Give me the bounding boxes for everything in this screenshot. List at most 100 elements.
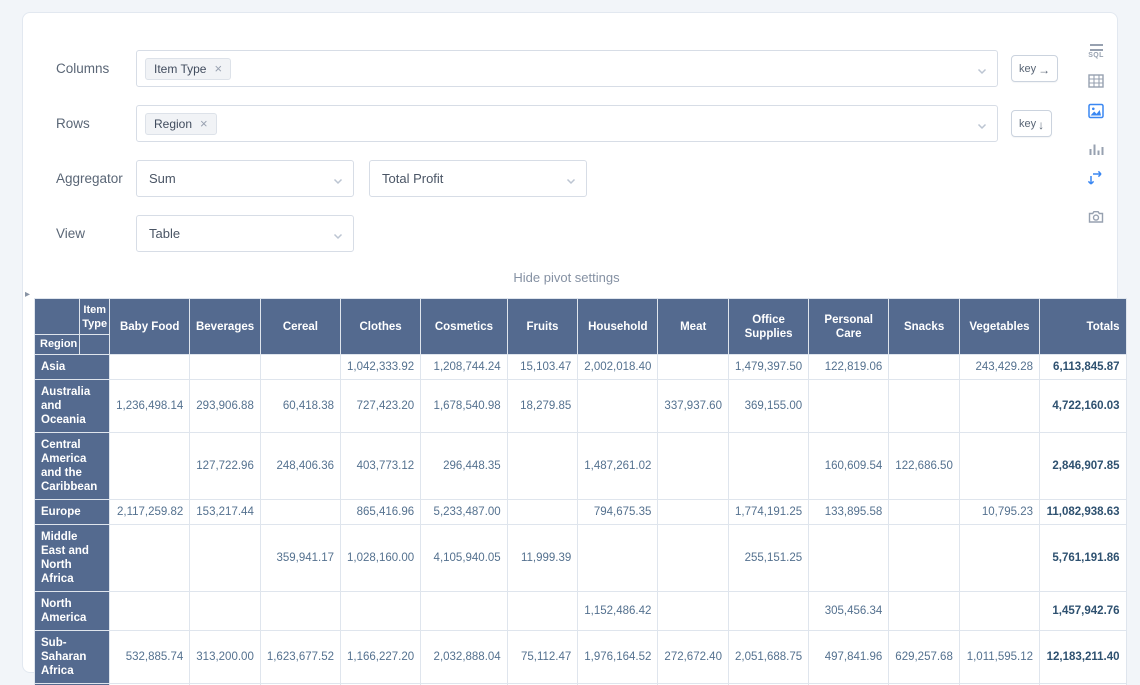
cell-value: [260, 355, 340, 380]
cell-value: 369,155.00: [728, 380, 808, 433]
cell-value: [507, 500, 578, 525]
cell-value: 1,774,191.25: [728, 500, 808, 525]
cell-value: 2,032,888.04: [421, 631, 508, 684]
cell-value: 865,416.96: [341, 500, 421, 525]
cell-value: 403,773.12: [341, 433, 421, 500]
row-total: 2,846,907.85: [1040, 433, 1127, 500]
cell-value: [809, 525, 889, 592]
rows-tag[interactable]: Region ×: [145, 113, 217, 135]
cell-value: 133,895.58: [809, 500, 889, 525]
columns-label: Columns: [56, 61, 136, 76]
cell-value: [110, 525, 190, 592]
row-header-central-america-and-the-caribbean: Central America and the Caribbean: [35, 433, 110, 500]
pivot-icon[interactable]: [1086, 169, 1106, 189]
cell-value: 337,937.60: [658, 380, 729, 433]
cell-value: 160,609.54: [809, 433, 889, 500]
cell-value: 1,236,498.14: [110, 380, 190, 433]
cell-value: 122,686.50: [889, 433, 960, 500]
cell-value: [110, 592, 190, 631]
rows-row: Rows Region × key ↓: [56, 105, 1117, 142]
cell-value: [578, 525, 658, 592]
cell-value: 255,151.25: [728, 525, 808, 592]
cell-value: 60,418.38: [260, 380, 340, 433]
row-total: 5,761,191.86: [1040, 525, 1127, 592]
table-icon[interactable]: [1086, 71, 1106, 91]
cell-value: 10,795.23: [959, 500, 1039, 525]
cell-value: [889, 500, 960, 525]
aggregator-value: Sum: [145, 171, 176, 186]
cell-value: 153,217.44: [190, 500, 261, 525]
columns-tag[interactable]: Item Type ×: [145, 58, 231, 80]
cell-value: 1,623,677.52: [260, 631, 340, 684]
sql-icon[interactable]: SQL: [1086, 41, 1106, 61]
remove-tag-icon[interactable]: ×: [214, 62, 222, 75]
image-chart-icon[interactable]: [1086, 101, 1106, 121]
cell-value: 75,112.47: [507, 631, 578, 684]
table-row: Europe2,117,259.82153,217.44865,416.965,…: [35, 500, 1127, 525]
cell-value: [959, 592, 1039, 631]
cell-value: 1,976,164.52: [578, 631, 658, 684]
table-row: Middle East and North Africa359,941.171,…: [35, 525, 1127, 592]
hide-pivot-settings-link[interactable]: Hide pivot settings: [56, 270, 1077, 285]
row-header-europe: Europe: [35, 500, 110, 525]
expand-handle-icon[interactable]: ▸: [25, 289, 30, 300]
table-row: North America1,152,486.42305,456.341,457…: [35, 592, 1127, 631]
table-row: Asia1,042,333.921,208,744.2415,103.472,0…: [35, 355, 1127, 380]
cell-value: 243,429.28: [959, 355, 1039, 380]
cell-value: [421, 592, 508, 631]
cell-value: [658, 355, 729, 380]
cell-value: [658, 525, 729, 592]
columns-tag-label: Item Type: [154, 62, 206, 76]
cell-value: [959, 380, 1039, 433]
col-header-beverages: Beverages: [190, 299, 261, 355]
rows-select[interactable]: Region ×: [136, 105, 998, 142]
table-row: Australia and Oceania1,236,498.14293,906…: [35, 380, 1127, 433]
cell-value: [190, 355, 261, 380]
columns-row: Columns Item Type × key →: [56, 50, 1117, 87]
cell-value: 4,105,940.05: [421, 525, 508, 592]
cell-value: 1,166,227.20: [341, 631, 421, 684]
cell-value: 15,103.47: [507, 355, 578, 380]
chevron-down-icon: [976, 64, 988, 82]
col-attr-label: Item Type: [80, 299, 110, 335]
row-total: 6,113,845.87: [1040, 355, 1127, 380]
cell-value: 296,448.35: [421, 433, 508, 500]
view-select[interactable]: Table: [136, 215, 354, 252]
col-header-personal-care: Personal Care: [809, 299, 889, 355]
col-header-meat: Meat: [658, 299, 729, 355]
cell-value: 2,051,688.75: [728, 631, 808, 684]
col-header-vegetables: Vegetables: [959, 299, 1039, 355]
view-value: Table: [145, 226, 180, 241]
aggregator-field-select[interactable]: Total Profit: [369, 160, 587, 197]
cell-value: 11,999.39: [507, 525, 578, 592]
pivot-table: Item TypeBaby FoodBeveragesCerealClothes…: [34, 298, 1127, 685]
aggregator-select[interactable]: Sum: [136, 160, 354, 197]
chevron-down-icon: [332, 174, 344, 192]
row-header-north-america: North America: [35, 592, 110, 631]
cell-value: 794,675.35: [578, 500, 658, 525]
rows-key-order-button[interactable]: key ↓: [1011, 110, 1052, 137]
row-header-middle-east-and-north-africa: Middle East and North Africa: [35, 525, 110, 592]
row-attr-label: Region: [35, 335, 80, 355]
corner-blank-cell: [80, 335, 110, 355]
view-label: View: [56, 226, 136, 241]
totals-col-header: Totals: [1040, 299, 1127, 355]
arrow-right-icon: →: [1038, 63, 1050, 77]
cell-value: 1,479,397.50: [728, 355, 808, 380]
row-total: 11,082,938.63: [1040, 500, 1127, 525]
columns-select[interactable]: Item Type ×: [136, 50, 998, 87]
cell-value: 1,011,595.12: [959, 631, 1039, 684]
remove-tag-icon[interactable]: ×: [200, 117, 208, 130]
columns-key-order-button[interactable]: key →: [1011, 55, 1058, 82]
rows-label: Rows: [56, 116, 136, 131]
cell-value: [959, 525, 1039, 592]
camera-icon[interactable]: [1086, 207, 1106, 227]
cell-value: 532,885.74: [110, 631, 190, 684]
cell-value: 2,117,259.82: [110, 500, 190, 525]
col-header-cosmetics: Cosmetics: [421, 299, 508, 355]
bar-chart-icon[interactable]: [1086, 139, 1106, 159]
col-header-fruits: Fruits: [507, 299, 578, 355]
corner-blank-cell: [35, 299, 80, 335]
row-total: 12,183,211.40: [1040, 631, 1127, 684]
cell-value: 18,279.85: [507, 380, 578, 433]
